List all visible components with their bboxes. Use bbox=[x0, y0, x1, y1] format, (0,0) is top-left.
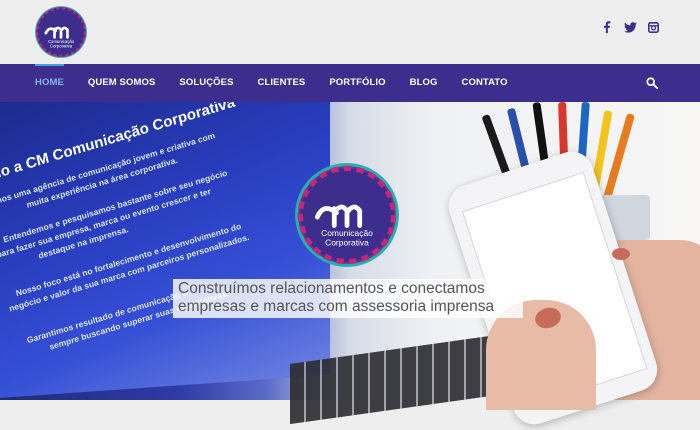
main-navigation: HOME QUEM SOMOS SOLUÇÕES CLIENTES PORTFÓ… bbox=[0, 64, 700, 102]
svg-text:Comunicação: Comunicação bbox=[321, 228, 373, 238]
svg-text:Corporativa: Corporativa bbox=[325, 238, 369, 248]
hero-tagline: Construímos relacionamentos e conectamos… bbox=[173, 279, 523, 318]
instagram-icon[interactable] bbox=[646, 20, 660, 34]
nav-item-quem-somos[interactable]: QUEM SOMOS bbox=[88, 64, 156, 102]
nav-item-blog[interactable]: BLOG bbox=[410, 64, 438, 102]
svg-text:Comunicação: Comunicação bbox=[48, 39, 75, 44]
nav-item-portfolio[interactable]: PORTFÓLIO bbox=[329, 64, 385, 102]
hero-logo: Comunicação Corporativa bbox=[295, 163, 399, 267]
search-icon[interactable] bbox=[646, 77, 658, 89]
company-logo[interactable]: Comunicação Corporativa bbox=[34, 5, 88, 59]
nav-item-contato[interactable]: CONTATO bbox=[462, 64, 508, 102]
nav-item-clientes[interactable]: CLIENTES bbox=[258, 64, 306, 102]
facebook-icon[interactable] bbox=[600, 20, 614, 34]
fingernail-image bbox=[612, 248, 630, 260]
nav-item-solucoes[interactable]: SOLUÇÕES bbox=[179, 64, 233, 102]
svg-text:Corporativa: Corporativa bbox=[50, 44, 73, 49]
site-header: Comunicação Corporativa bbox=[0, 0, 700, 64]
social-links bbox=[600, 20, 660, 34]
tagline-line-1: Construímos relacionamentos e conectamos bbox=[178, 280, 485, 297]
laptop-screen-image: vindo a CM Comunicação Corporativa mos u… bbox=[0, 102, 330, 400]
tagline-line-2: empresas e marcas com assessoria imprens… bbox=[178, 298, 495, 315]
nav-item-home[interactable]: HOME bbox=[35, 64, 64, 102]
twitter-icon[interactable] bbox=[623, 20, 637, 34]
